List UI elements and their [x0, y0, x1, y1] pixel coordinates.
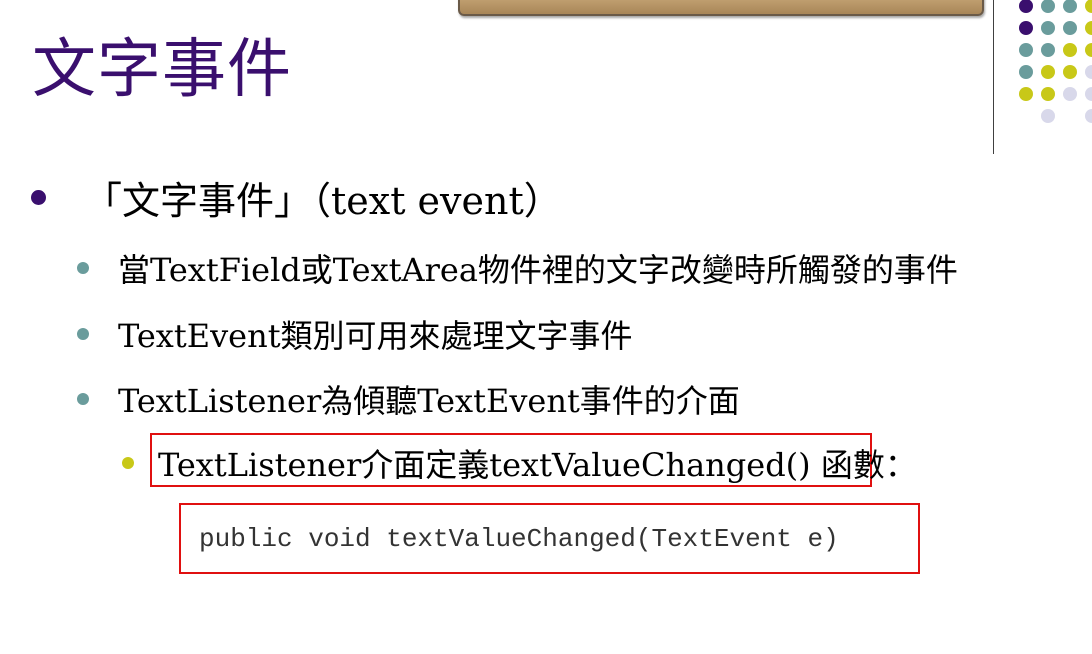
slide-title: 文字事件	[32, 33, 292, 107]
bullet-dot-icon	[77, 262, 89, 274]
bullet-dot-icon	[31, 190, 46, 205]
bullet-dot-icon	[77, 328, 89, 340]
sub-bullet-item: TextListener為傾聽TextEvent事件的介面	[77, 376, 740, 422]
vertical-divider	[993, 0, 994, 154]
bullet-dot-icon	[122, 457, 134, 469]
sub-sub-bullet-text: TextListener介面定義textValueChanged() 函數：	[158, 446, 917, 484]
code-snippet-box: public void textValueChanged(TextEvent e…	[179, 503, 920, 574]
sub-bullet-text: 當TextField或TextArea物件裡的文字改變時所觸發的事件	[118, 251, 958, 289]
decorative-dot-pattern	[1019, 0, 1092, 123]
bullet-dot-icon	[77, 393, 89, 405]
code-line: public void textValueChanged(TextEvent e…	[199, 523, 839, 554]
sub-sub-bullet-item: TextListener介面定義textValueChanged() 函數：	[122, 440, 917, 486]
sub-bullet-item: TextEvent類別可用來處理文字事件	[77, 311, 633, 357]
sub-bullet-text: TextEvent類別可用來處理文字事件	[118, 317, 633, 355]
header-tab-bar	[458, 0, 984, 16]
sub-bullet-text: TextListener為傾聽TextEvent事件的介面	[118, 382, 740, 420]
sub-bullet-item: 當TextField或TextArea物件裡的文字改變時所觸發的事件	[77, 245, 958, 291]
main-bullet-text: 「文字事件」（text event）	[84, 179, 562, 223]
main-bullet-item: 「文字事件」（text event）	[31, 170, 562, 225]
